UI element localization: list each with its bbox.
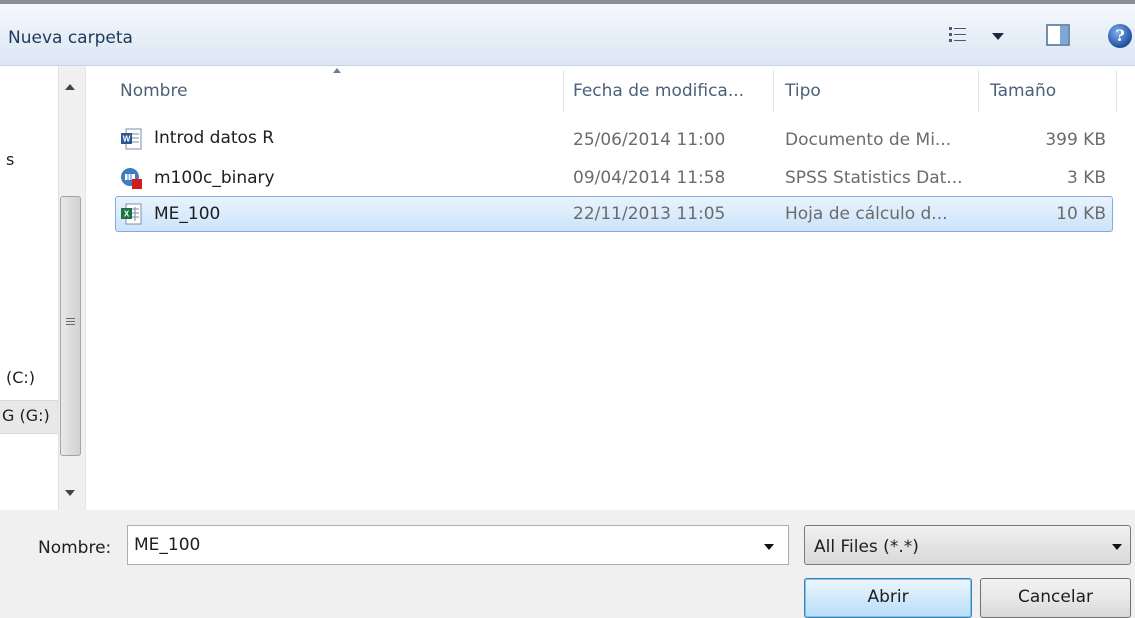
navigation-pane — [0, 66, 58, 510]
file-name[interactable]: ME_100 — [154, 204, 220, 224]
column-divider[interactable] — [978, 70, 979, 112]
grip-icon — [66, 318, 75, 327]
scroll-down-icon[interactable] — [65, 490, 75, 496]
svg-text:W: W — [123, 135, 131, 144]
file-name-label: Nombre: — [38, 538, 112, 558]
navigation-item-drive-c[interactable]: (C:) — [6, 368, 35, 387]
sort-ascending-icon — [333, 68, 341, 73]
file-name-input[interactable] — [127, 525, 789, 565]
file-type-filter-value: All Files (*.*) — [814, 537, 919, 557]
file-size: 399 KB — [1045, 130, 1106, 150]
preview-pane-icon[interactable] — [1046, 24, 1070, 46]
column-header-date[interactable]: Fecha de modifica... — [573, 81, 744, 101]
navigation-item-drive-g[interactable]: G (G:) — [2, 406, 50, 425]
chevron-down-icon[interactable] — [1112, 544, 1122, 550]
excel-workbook-icon: X — [121, 203, 142, 225]
navigation-item[interactable]: s — [6, 150, 14, 169]
column-divider[interactable] — [1116, 70, 1117, 112]
file-name[interactable]: m100c_binary — [154, 168, 275, 188]
chevron-down-icon[interactable] — [764, 544, 774, 550]
column-divider[interactable] — [563, 70, 564, 112]
file-type: SPSS Statistics Dat... — [785, 168, 963, 188]
file-date: 25/06/2014 11:00 — [573, 130, 726, 150]
spss-data-icon — [121, 168, 142, 189]
file-size: 3 KB — [1066, 168, 1106, 188]
new-folder-button[interactable]: Nueva carpeta — [8, 28, 133, 48]
file-date: 22/11/2013 11:05 — [573, 204, 726, 224]
file-name[interactable]: Introd datos R — [154, 128, 274, 148]
column-header-name[interactable]: Nombre — [120, 81, 188, 101]
scroll-up-icon[interactable] — [65, 84, 75, 90]
column-divider[interactable] — [773, 70, 774, 112]
open-button[interactable]: Abrir — [804, 578, 972, 618]
svg-text:X: X — [124, 210, 130, 219]
views-icon[interactable] — [948, 25, 968, 45]
views-dropdown-arrow-icon[interactable] — [992, 33, 1004, 40]
file-type: Documento de Mi... — [785, 130, 952, 150]
file-date: 09/04/2014 11:58 — [573, 168, 726, 188]
help-icon[interactable]: ? — [1108, 24, 1132, 48]
cancel-button[interactable]: Cancelar — [980, 578, 1131, 618]
file-type: Hoja de cálculo d... — [785, 204, 948, 224]
column-header-size[interactable]: Tamaño — [990, 81, 1056, 101]
file-size: 10 KB — [1056, 204, 1106, 224]
word-document-icon: W — [121, 128, 142, 150]
column-header-type[interactable]: Tipo — [785, 81, 821, 101]
